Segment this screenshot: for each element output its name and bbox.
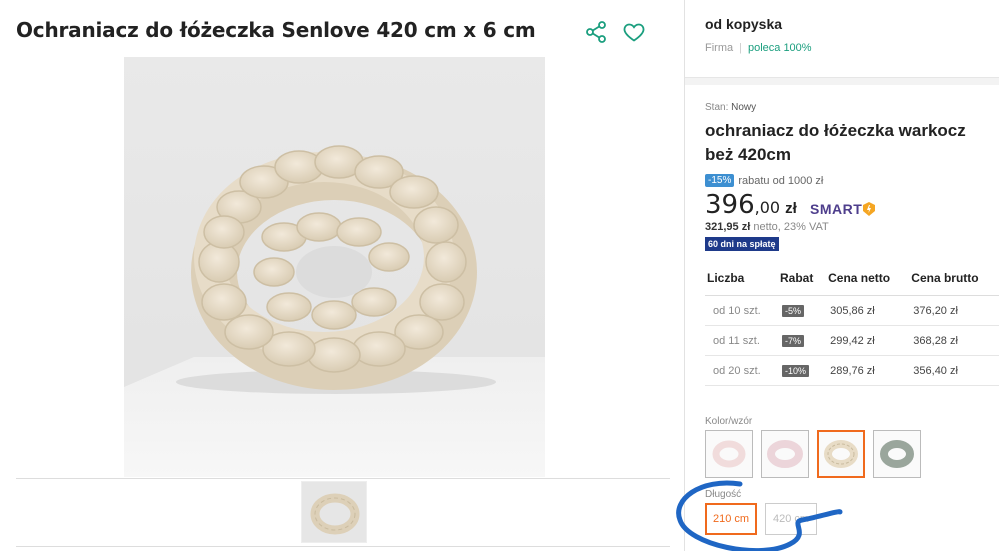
title-actions xyxy=(584,20,646,44)
pink-braid-image xyxy=(767,440,803,468)
main-product-image[interactable] xyxy=(124,57,545,477)
tier-qty: od 20 szt. xyxy=(705,355,778,386)
thumbnail-image[interactable] xyxy=(301,481,367,543)
grey-braid-image xyxy=(880,440,914,468)
condition-value: Nowy xyxy=(731,102,757,113)
tier-discount-badge: -10% xyxy=(782,364,810,377)
tier-discount-cell: -10% xyxy=(778,355,827,386)
tier-gross-price: 376,20 zł xyxy=(909,295,999,326)
color-label: Kolor/wzór xyxy=(705,416,753,427)
table-row: od 11 szt. -7% 299,42 zł 368,28 zł xyxy=(705,325,999,356)
product-gallery: Ochraniacz do łóżeczka Senlove 420 cm x … xyxy=(0,0,670,551)
color-swatch-beige[interactable] xyxy=(817,430,865,478)
length-label: Długość xyxy=(705,489,742,500)
tier-gross-price: 356,40 zł xyxy=(909,355,999,386)
tier-discount-badge: -7% xyxy=(782,334,805,347)
seller-recommend[interactable]: poleca 100% xyxy=(748,42,812,54)
thumbnail-divider xyxy=(16,478,670,479)
seller-type: Firma xyxy=(705,42,734,54)
beige-braid-image xyxy=(824,440,858,468)
tier-gross-price: 368,28 zł xyxy=(909,325,999,356)
tier-discount-cell: -5% xyxy=(778,295,827,326)
tier-qty: od 11 szt. xyxy=(705,325,778,356)
price-currency: zł xyxy=(785,200,797,217)
offer-panel: od kopyska Firma | poleca 100% Stan: Nowy … xyxy=(685,0,999,551)
table-row: od 20 szt. -10% 289,76 zł 356,40 zł xyxy=(705,355,999,386)
netto-text: netto, 23% VAT xyxy=(753,221,829,233)
color-swatch-pink[interactable] xyxy=(761,430,809,478)
tier-net-price: 305,86 zł xyxy=(826,295,910,326)
tier-discount-badge: -5% xyxy=(782,304,805,317)
product-title: Ochraniacz do łóżeczka Senlove 420 cm x … xyxy=(16,18,536,42)
header-gross-price: Cena brutto xyxy=(909,265,999,296)
tier-discount-cell: -7% xyxy=(778,325,827,356)
price-whole: 396 xyxy=(705,190,755,220)
color-swatch-light-pink[interactable] xyxy=(705,430,753,478)
header-qty: Liczba xyxy=(705,265,778,296)
quantity-discount-table: Liczba Rabat Cena netto Cena brutto od 1… xyxy=(705,265,999,386)
price: 396,00 zł xyxy=(705,190,797,220)
share-icon[interactable] xyxy=(584,20,608,44)
installment-badge[interactable]: 60 dni na spłatę xyxy=(705,237,779,251)
length-option-210[interactable]: 210 cm xyxy=(705,503,757,535)
length-options: 210 cm 420 cm xyxy=(705,503,817,535)
netto-value: 321,95 zł xyxy=(705,221,751,233)
section-separator xyxy=(685,77,999,85)
discount-info: -15% rabatu od 1000 zł xyxy=(705,174,823,187)
tier-qty: od 10 szt. xyxy=(705,295,778,326)
smart-label: SMART xyxy=(810,201,863,217)
tier-net-price: 299,42 zł xyxy=(826,325,910,356)
seller-meta-separator: | xyxy=(739,42,742,54)
discount-badge: -15% xyxy=(705,174,735,187)
offer-title: ochraniacz do łóżeczka warkocz beż 420cm xyxy=(705,121,966,164)
seller-info: od kopyska Firma | poleca 100% xyxy=(705,16,812,54)
seller-meta: Firma | poleca 100% xyxy=(705,42,812,54)
table-row: od 10 szt. -5% 305,86 zł 376,20 zł xyxy=(705,295,999,326)
table-header-row: Liczba Rabat Cena netto Cena brutto xyxy=(705,265,999,296)
color-swatches xyxy=(705,430,921,478)
length-option-420[interactable]: 420 cm xyxy=(765,503,817,535)
heart-icon[interactable] xyxy=(622,20,646,44)
price-fraction: ,00 xyxy=(754,198,781,217)
condition-label: Stan: xyxy=(705,102,729,113)
discount-text: rabatu od 1000 zł xyxy=(738,174,824,187)
header-discount: Rabat xyxy=(778,265,827,296)
tier-net-price: 289,76 zł xyxy=(826,355,910,386)
smart-badge[interactable]: SMART xyxy=(810,201,876,217)
netto-price: 321,95 zł netto, 23% VAT xyxy=(705,221,829,233)
thumbnail-bottom-border xyxy=(16,546,670,547)
smart-bolt-icon xyxy=(863,202,876,216)
color-swatch-grey[interactable] xyxy=(873,430,921,478)
light-pink-braid-image xyxy=(712,440,746,468)
header-net-price: Cena netto xyxy=(826,265,910,296)
seller-name[interactable]: od kopyska xyxy=(705,16,812,32)
condition: Stan: Nowy xyxy=(705,102,756,113)
